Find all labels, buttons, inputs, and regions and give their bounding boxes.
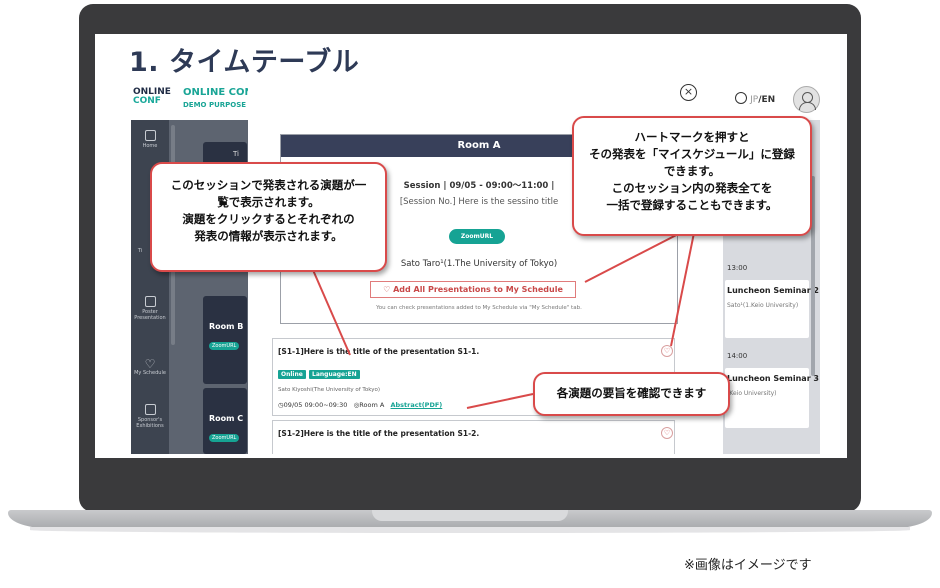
room-card-b[interactable]: Room B ZoomURL	[203, 296, 247, 384]
session-card[interactable]: Luncheon Seminar 2 Sato¹(1.Keio Universi…	[725, 280, 819, 338]
zoom-badge[interactable]: ZoomURL	[209, 434, 240, 442]
sidebar-item-home[interactable]: Home	[131, 130, 169, 149]
logo-line-2: CONF	[133, 96, 161, 106]
presentation-item[interactable]: [S1-2]Here is the title of the presentat…	[272, 420, 675, 454]
heart-icon[interactable]: ♡	[661, 345, 673, 357]
room-card-c[interactable]: Room C ZoomURL	[203, 388, 247, 454]
callout-abstract: 各演題の要旨を確認できます	[533, 372, 730, 416]
presentation-time: ◷09/05 09:00~09:30	[278, 401, 348, 409]
room-label: Room C	[209, 414, 244, 423]
callout-line: できます。	[663, 164, 721, 178]
user-avatar-icon[interactable]	[793, 86, 820, 113]
language-switch[interactable]: JP/EN	[735, 92, 775, 105]
lang-jp[interactable]: JP	[750, 95, 758, 105]
footnote: ※画像はイメージです	[684, 558, 812, 573]
callout-line: このセッション内の発表全てを	[611, 181, 773, 195]
poster-icon	[144, 296, 156, 307]
tag-language: Language:EN	[309, 370, 360, 379]
my-schedule-hint: You can check presentations added to My …	[376, 305, 582, 311]
presentation-meta: ◷09/05 09:00~09:30 ◎Room A Abstract(PDF)	[278, 401, 442, 409]
sidebar-item-my-schedule[interactable]: ♡ My Schedule	[131, 358, 169, 376]
booth-icon	[144, 404, 156, 415]
zoom-badge[interactable]: ZoomURL	[209, 342, 240, 350]
sidebar-label: My Schedule	[134, 370, 166, 376]
page-title: 1. タイムテーブル	[129, 47, 360, 78]
heart-icon: ♡	[144, 357, 156, 371]
callout-line: このセッションで発表される演題が一	[170, 178, 367, 192]
logo[interactable]: ONLINE CONF	[133, 88, 171, 106]
presentation-title[interactable]: [S1-1]Here is the title of the presentat…	[278, 347, 479, 356]
callout-line: 演題をクリックするとそれぞれの	[182, 212, 355, 226]
abstract-link[interactable]: Abstract(PDF)	[391, 401, 443, 409]
sidebar-label: Home	[142, 143, 158, 149]
slide: ※画像はイメージです 1. タイムテーブル ONLINE CONF ONLINE…	[0, 0, 940, 588]
callout-line: 覧で表示されます。	[217, 195, 320, 209]
globe-icon	[735, 92, 747, 104]
conference-subtitle: DEMO PURPOSE	[183, 101, 247, 109]
zoom-url-button[interactable]: ZoomURL	[449, 229, 505, 244]
time-label: 13:00	[727, 264, 748, 272]
laptop-screen: 1. タイムテーブル ONLINE CONF ONLINE CONF DEMO …	[95, 34, 847, 458]
lang-en[interactable]: EN	[762, 95, 776, 105]
callout-session-list: このセッションで発表される演題が一 覧で表示されます。 演題をクリックするとそれ…	[150, 162, 387, 272]
add-all-button[interactable]: ♡ Add All Presentations to My Schedule	[370, 281, 576, 298]
callout-line: ハートマークを押すと	[634, 130, 750, 144]
home-icon	[144, 130, 156, 141]
sidebar-label: Ti	[137, 248, 143, 254]
presentation-author: Sato Kiyoshi(The University of Tokyo)	[278, 387, 380, 393]
sidebar-label: Sponsor's Exhibitions	[136, 417, 164, 429]
presentation-room: ◎Room A	[353, 401, 385, 409]
room-label: Room B	[209, 322, 244, 331]
session-title: Luncheon Seminar 3	[727, 374, 819, 383]
time-label: 14:00	[727, 352, 748, 360]
session-sub: Sato¹(1.Keio University)	[727, 302, 799, 309]
sidebar-label: Poster Presentation	[134, 309, 166, 321]
sidebar-item-poster[interactable]: Poster Presentation	[131, 296, 169, 321]
laptop-notch	[372, 510, 568, 521]
heart-icon[interactable]: ♡	[661, 427, 673, 439]
callout-line: 一括で登録することもできます。	[606, 198, 778, 212]
sidebar-item-sponsors[interactable]: Sponsor's Exhibitions	[131, 404, 169, 429]
session-sub: (Keio University)	[727, 390, 777, 397]
session-title: Luncheon Seminar 2	[727, 286, 819, 295]
tab-label: Ti	[233, 150, 240, 158]
close-icon[interactable]: ×	[680, 84, 697, 101]
laptop-shadow	[30, 527, 910, 533]
callout-line: その発表を「マイスケジュール」に登録	[589, 147, 795, 161]
callout-line: 発表の情報が表示されます。	[194, 229, 343, 243]
callout-heart: ハートマークを押すと その発表を「マイスケジュール」に登録 できます。 このセッ…	[572, 116, 812, 236]
session-card[interactable]: Luncheon Seminar 3 (Keio University)	[725, 368, 819, 428]
presentation-title[interactable]: [S1-2]Here is the title of the presentat…	[278, 429, 479, 438]
tag-online: Online	[278, 370, 306, 379]
callout-line: 各演題の要旨を確認できます	[556, 386, 707, 400]
